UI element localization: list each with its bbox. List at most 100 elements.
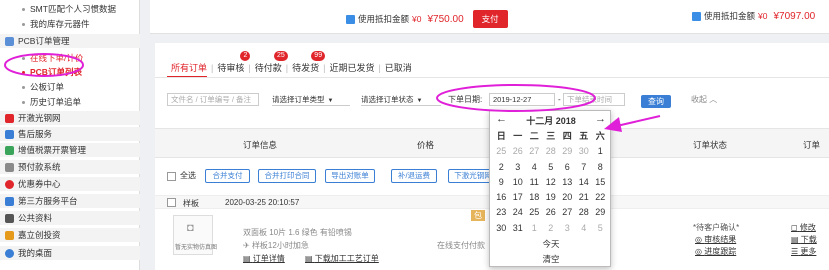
sidebar-section-laser-stencil[interactable]: 开激光钢网 — [0, 111, 140, 125]
sidebar-item-inventory[interactable]: 我的库存元器件 — [0, 17, 140, 31]
order-detail-link[interactable]: ▤ 订单详情 — [243, 253, 285, 264]
order-search-input[interactable]: 文件名 / 订单编号 / 备注 — [167, 93, 259, 106]
order-status-select[interactable]: 请选择订单状态 ▼ — [361, 93, 441, 106]
calendar-day[interactable]: 27 — [526, 144, 543, 159]
search-button[interactable]: 查询 — [641, 95, 671, 108]
sidebar-item-smt-habit[interactable]: SMT匹配个人习惯数据 — [0, 2, 140, 16]
edit-order-link[interactable]: ◻ 修改 — [791, 222, 816, 233]
calendar-day[interactable]: 4 — [526, 160, 543, 175]
calendar-day[interactable]: 7 — [576, 160, 593, 175]
select-all-checkbox[interactable] — [167, 172, 176, 181]
tab-all-orders[interactable]: 所有订单 — [167, 61, 211, 74]
calendar-day[interactable]: 8 — [592, 160, 609, 175]
download-craft-link[interactable]: ▤ 下载加工工艺订单 — [305, 253, 379, 264]
invoice-icon — [5, 145, 14, 155]
weekday-header: 日 — [496, 131, 506, 141]
calendar-day[interactable]: 5 — [592, 221, 609, 236]
sidebar-item-online-quote[interactable]: 在线下单/计价 — [0, 51, 140, 65]
calendar-day[interactable]: 31 — [510, 221, 527, 236]
sidebar-section-third-party[interactable]: 第三方服务平台 — [0, 194, 140, 208]
sidebar-section-desktop[interactable]: 我的桌面 — [0, 246, 140, 260]
review-result-link[interactable]: ◎ 审核结果 — [695, 234, 736, 245]
download-link[interactable]: ▤ 下载 — [791, 234, 817, 245]
calendar-day[interactable]: 15 — [592, 175, 609, 190]
sidebar-section-investment[interactable]: 嘉立创投资 — [0, 228, 140, 242]
sidebar-item-history-orders[interactable]: 历史订单追单 — [0, 95, 140, 109]
pay-button[interactable]: 支付 — [472, 10, 508, 28]
calendar-day[interactable]: 3 — [559, 221, 576, 236]
calendar-day[interactable]: 1 — [526, 221, 543, 236]
calendar-day[interactable]: 25 — [526, 205, 543, 220]
bullet-icon — [22, 7, 25, 11]
calendar-day[interactable]: 28 — [576, 205, 593, 220]
calendar-day[interactable]: 26 — [543, 205, 560, 220]
deduct-checkbox[interactable] — [346, 14, 355, 24]
calendar-day[interactable]: 4 — [576, 221, 593, 236]
tab-recently-shipped[interactable]: 近期已发货 — [325, 61, 378, 74]
calendar-day[interactable]: 11 — [526, 175, 543, 190]
calendar-day[interactable]: 19 — [543, 190, 560, 205]
calendar-month-title[interactable]: 十二月 2018 — [518, 114, 584, 127]
calendar-day[interactable]: 10 — [510, 175, 527, 190]
next-month-arrow-icon[interactable]: → — [595, 113, 606, 125]
bullet-icon — [22, 70, 25, 74]
sidebar-section-coupons[interactable]: 优惠券中心 — [0, 177, 140, 191]
calendar-day[interactable]: 18 — [526, 190, 543, 205]
calendar-day[interactable]: 2 — [543, 221, 560, 236]
order-thumbnail[interactable]: ◘ 暂无实物仿真图 — [173, 215, 217, 255]
more-icon: ☰ — [791, 247, 799, 256]
sidebar-section-invoice[interactable]: 增值税票开票管理 — [0, 143, 140, 157]
calendar-day[interactable]: 23 — [493, 205, 510, 220]
calendar-day[interactable]: 27 — [559, 205, 576, 220]
calendar-day[interactable]: 6 — [559, 160, 576, 175]
collapse-toggle[interactable]: 收起 ︿ — [691, 93, 717, 106]
tab-pending-payment[interactable]: 待付款 25 — [251, 51, 288, 74]
start-date-input[interactable]: 2019-12-27 — [489, 93, 555, 106]
order-type-select[interactable]: 请选择订单类型 ▼ — [272, 93, 350, 106]
sidebar-item-public-board[interactable]: 公板订单 — [0, 80, 140, 94]
calendar-day[interactable]: 5 — [543, 160, 560, 175]
calendar-day[interactable]: 9 — [493, 175, 510, 190]
calendar-day[interactable]: 30 — [493, 221, 510, 236]
end-date-input[interactable]: 下单结束时间 — [563, 93, 625, 106]
sidebar-section-public-docs[interactable]: 公共资料 — [0, 211, 140, 225]
progress-link[interactable]: ◎ 进度跟踪 — [695, 246, 736, 257]
calendar-day[interactable]: 13 — [559, 175, 576, 190]
sidebar-section-after-sales[interactable]: 售后服务 — [0, 127, 140, 141]
sidebar-section-prepay[interactable]: 预付款系统 — [0, 160, 140, 174]
prev-month-arrow-icon[interactable]: ← — [496, 113, 507, 125]
tab-pending-review[interactable]: 待审核 2 — [213, 51, 251, 74]
deduct-checkbox[interactable] — [692, 11, 701, 21]
calendar-day[interactable]: 24 — [510, 205, 527, 220]
calendar-day[interactable]: 1 — [592, 144, 609, 159]
calendar-day[interactable]: 16 — [493, 190, 510, 205]
calendar-day[interactable]: 29 — [592, 205, 609, 220]
export-statement-button[interactable]: 导出对账单 — [325, 169, 375, 183]
calendar-day[interactable]: 26 — [510, 144, 527, 159]
shipping-adjust-button[interactable]: 补/退运费 — [391, 169, 437, 183]
order-checkbox[interactable] — [167, 198, 176, 207]
calendar-day[interactable]: 17 — [510, 190, 527, 205]
tab-pending-shipment[interactable]: 待发货 99 — [288, 51, 326, 74]
today-button[interactable]: 今天 — [490, 238, 612, 250]
calendar-day[interactable]: 14 — [576, 175, 593, 190]
calendar-day[interactable]: 12 — [543, 175, 560, 190]
tab-cancelled[interactable]: 已取消 — [381, 61, 416, 74]
sidebar-item-pcb-order-list[interactable]: PCB订单列表 — [0, 65, 140, 79]
merge-print-contract-button[interactable]: 合并打印合同 — [258, 169, 316, 183]
calendar-day[interactable]: 3 — [510, 160, 527, 175]
calendar-day[interactable]: 28 — [543, 144, 560, 159]
calendar-day[interactable]: 2 — [493, 160, 510, 175]
calendar-day[interactable]: 20 — [559, 190, 576, 205]
calendar-day[interactable]: 25 — [493, 144, 510, 159]
count-badge: 2 — [240, 51, 251, 61]
calendar-day[interactable]: 21 — [576, 190, 593, 205]
calendar-day[interactable]: 29 — [559, 144, 576, 159]
clear-button[interactable]: 清空 — [490, 253, 612, 265]
calendar-day[interactable]: 22 — [592, 190, 609, 205]
calendar-day[interactable]: 30 — [576, 144, 593, 159]
more-link[interactable]: ☰ 更多 — [791, 246, 816, 257]
sidebar-section-pcb-orders[interactable]: PCB订单管理 — [0, 34, 140, 48]
merge-pay-button[interactable]: 合并支付 — [205, 169, 250, 183]
desktop-icon — [5, 248, 14, 258]
